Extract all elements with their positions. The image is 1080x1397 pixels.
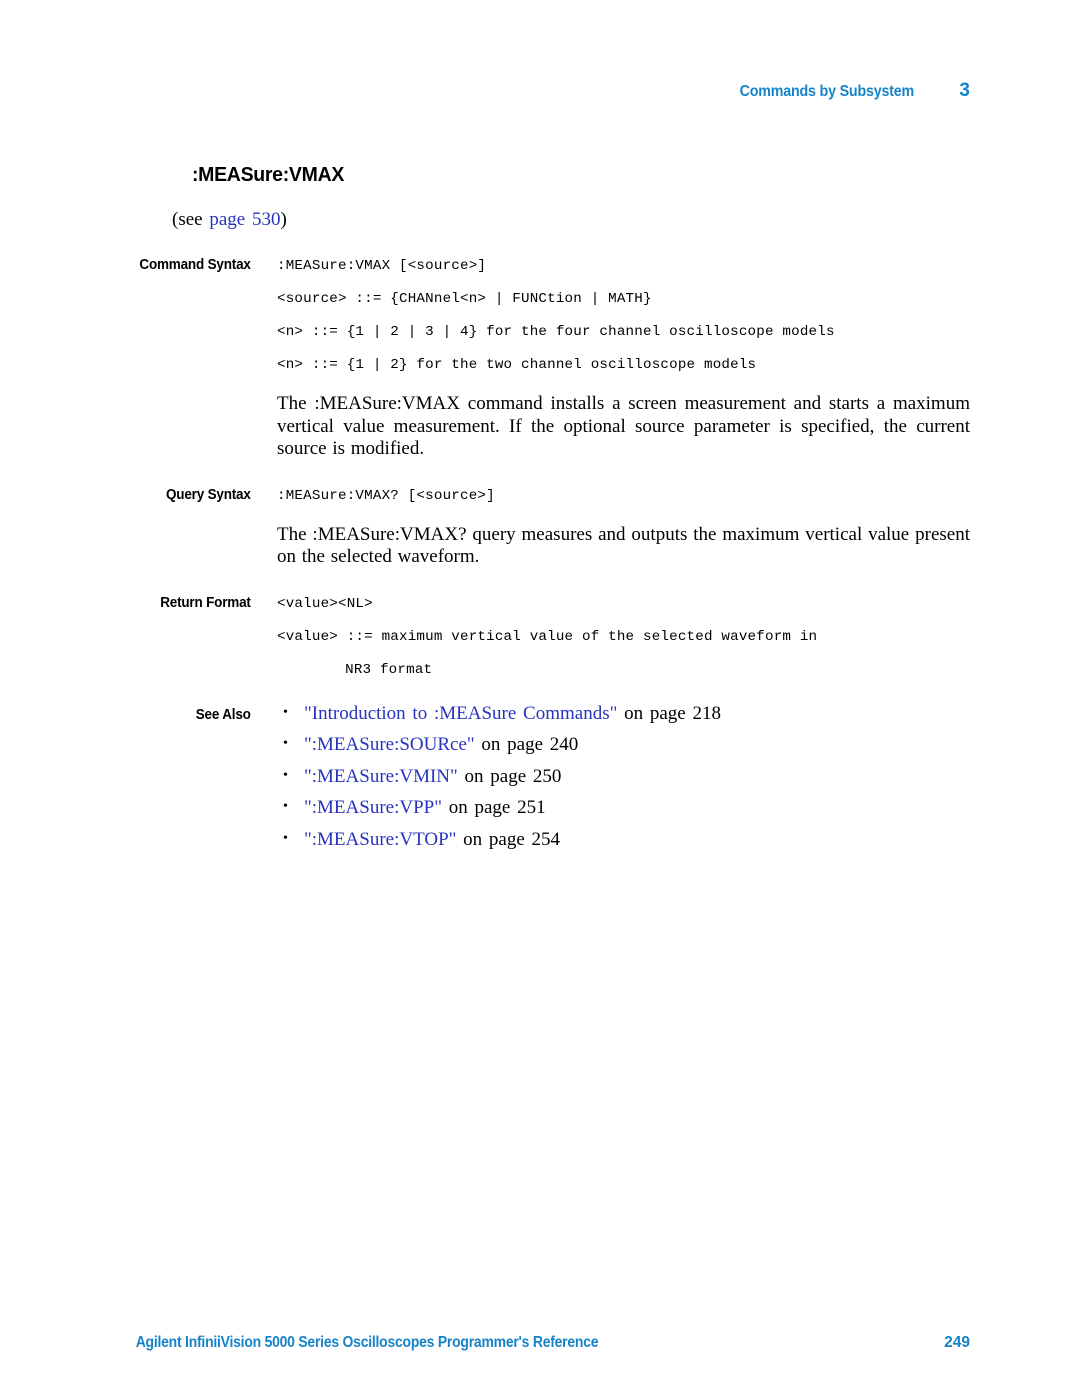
see-also-link[interactable]: ":MEASure:VTOP" [304, 829, 456, 850]
list-item: ":MEASure:VPP" on page 251 [277, 791, 970, 824]
command-syntax-description: The :MEASure:VMAX command installs a scr… [277, 393, 970, 459]
query-syntax-section: Query Syntax :MEASure:VMAX? [<source>] T… [110, 480, 970, 569]
see-also-link[interactable]: ":MEASure:VMIN" [304, 766, 458, 787]
see-reference-suffix: ) [280, 209, 287, 230]
return-format-body: <value><NL> <value> ::= maximum vertical… [277, 588, 970, 687]
return-format-indented-line: NR3 format [345, 661, 433, 678]
command-syntax-section: Command Syntax :MEASure:VMAX [<source>] … [110, 250, 970, 461]
footer-page-number: 249 [944, 1334, 970, 1351]
return-format-line: <value><NL> [277, 595, 373, 612]
see-also-section: See Also "Introduction to :MEASure Comma… [110, 697, 970, 856]
return-format-label: Return Format [160, 594, 251, 611]
see-also-link[interactable]: ":MEASure:VPP" [304, 797, 442, 818]
see-also-label: See Also [195, 706, 251, 723]
see-reference-prefix: (see [172, 209, 210, 230]
see-also-body: "Introduction to :MEASure Commands" on p… [277, 697, 970, 856]
header-chapter-title: Commands by Subsystem [739, 83, 915, 100]
query-syntax-body: :MEASure:VMAX? [<source>] The :MEASure:V… [277, 480, 970, 569]
return-format-line: <value> ::= maximum vertical value of th… [277, 628, 818, 645]
list-item: "Introduction to :MEASure Commands" on p… [277, 697, 970, 730]
command-syntax-line: :MEASure:VMAX [<source>] [277, 258, 487, 274]
see-also-link[interactable]: "Introduction to :MEASure Commands" [304, 703, 617, 724]
see-also-page: on page 240 [474, 734, 579, 755]
header-chapter-number: 3 [959, 80, 970, 101]
footer-document-title: Agilent InfiniiVision 5000 Series Oscill… [135, 1334, 599, 1351]
query-syntax-description: The :MEASure:VMAX? query measures and ou… [277, 523, 970, 568]
list-item: ":MEASure:SOURce" on page 240 [277, 728, 970, 761]
command-syntax-line: <source> ::= {CHANnel<n> | FUNCtion | MA… [277, 291, 652, 307]
see-reference-link[interactable]: page 530 [209, 209, 280, 230]
see-also-page: on page 254 [456, 828, 561, 850]
page-content: :MEASure:VMAX (see page 530) Command Syn… [110, 163, 970, 855]
see-also-page: on page 251 [441, 797, 546, 818]
see-also-list: "Introduction to :MEASure Commands" on p… [277, 697, 970, 856]
command-syntax-body: :MEASure:VMAX [<source>] <source> ::= {C… [277, 250, 970, 461]
list-item: ":MEASure:VTOP" on page 254 [277, 823, 970, 856]
see-also-page: on page 218 [617, 702, 721, 724]
query-syntax-label: Query Syntax [165, 486, 251, 503]
see-reference-line: (see page 530) [172, 209, 970, 231]
command-syntax-label: Command Syntax [139, 257, 251, 273]
page-footer: Agilent InfiniiVision 5000 Series Oscill… [110, 1334, 970, 1352]
page-title: :MEASure:VMAX [191, 163, 345, 186]
command-syntax-line: <n> ::= {1 | 2 | 3 | 4} for the four cha… [277, 324, 835, 340]
see-also-page: on page 250 [457, 765, 562, 787]
query-syntax-line: :MEASure:VMAX? [<source>] [277, 487, 495, 504]
command-syntax-line: <n> ::= {1 | 2} for the two channel osci… [277, 357, 757, 373]
page-header: Commands by Subsystem 3 [110, 80, 970, 106]
return-format-section: Return Format <value><NL> <value> ::= ma… [110, 588, 970, 687]
see-also-link[interactable]: ":MEASure:SOURce" [304, 734, 475, 755]
list-item: ":MEASure:VMIN" on page 250 [277, 760, 970, 793]
